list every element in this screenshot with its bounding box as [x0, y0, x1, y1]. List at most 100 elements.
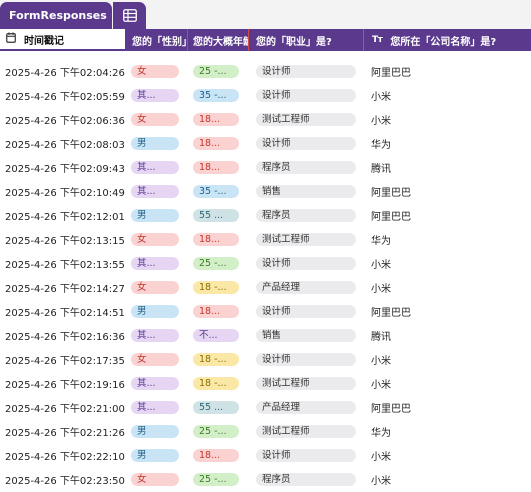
table-row[interactable]: 2025-4-26 下午02:21:00 其... 55 ... 产品经理 阿里巴巴 [0, 395, 531, 419]
cell-time[interactable]: 2025-4-26 下午02:08:03 [5, 131, 125, 155]
grid-view-icon[interactable] [113, 2, 146, 29]
cell-age[interactable]: 18 -... [193, 371, 243, 395]
table-row[interactable]: 2025-4-26 下午02:14:51 男 18... 设计师 阿里巴巴 [0, 299, 531, 323]
cell-age[interactable]: 18 -... [193, 275, 243, 299]
cell-age[interactable]: 35 -... [193, 179, 243, 203]
cell-age[interactable]: 18... [193, 227, 243, 251]
table-row[interactable]: 2025-4-26 下午02:09:43 其... 18... 程序员 腾讯 [0, 155, 531, 179]
cell-gender[interactable]: 其... [131, 179, 181, 203]
cell-company[interactable]: 华为 [371, 227, 521, 251]
cell-gender[interactable]: 其... [131, 323, 181, 347]
cell-gender[interactable]: 男 [131, 443, 181, 467]
cell-occupation[interactable]: 设计师 [256, 347, 358, 371]
table-row[interactable]: 2025-4-26 下午02:19:16 其... 18 -... 测试工程师 小米 [0, 371, 531, 395]
cell-age[interactable]: 18... [193, 155, 243, 179]
cell-company[interactable]: 小米 [371, 347, 521, 371]
cell-occupation[interactable]: 设计师 [256, 299, 358, 323]
cell-occupation[interactable]: 设计师 [256, 83, 358, 107]
cell-occupation[interactable]: 产品经理 [256, 275, 358, 299]
table-row[interactable]: 2025-4-26 下午02:22:10 男 18... 设计师 小米 [0, 443, 531, 467]
cell-company[interactable]: 华为 [371, 419, 521, 443]
cell-occupation[interactable]: 销售 [256, 179, 358, 203]
table-row[interactable]: 2025-4-26 下午02:04:26 女 25 -... 设计师 阿里巴巴 [0, 59, 531, 83]
table-row[interactable]: 2025-4-26 下午02:13:15 女 18... 测试工程师 华为 [0, 227, 531, 251]
cell-time[interactable]: 2025-4-26 下午02:23:50 [5, 467, 125, 491]
cell-company[interactable]: 阿里巴巴 [371, 179, 521, 203]
cell-company[interactable]: 华为 [371, 131, 521, 155]
cell-company[interactable]: 小米 [371, 83, 521, 107]
cell-occupation[interactable]: 设计师 [256, 59, 358, 83]
cell-company[interactable]: 小米 [371, 443, 521, 467]
cell-age[interactable]: 25 -... [193, 467, 243, 491]
cell-occupation[interactable]: 测试工程师 [256, 107, 358, 131]
cell-company[interactable]: 小米 [371, 275, 521, 299]
cell-company[interactable]: 小米 [371, 371, 521, 395]
table-row[interactable]: 2025-4-26 下午02:12:01 男 55 ... 程序员 阿里巴巴 [0, 203, 531, 227]
cell-gender[interactable]: 女 [131, 467, 181, 491]
cell-occupation[interactable]: 程序员 [256, 467, 358, 491]
cell-time[interactable]: 2025-4-26 下午02:17:35 [5, 347, 125, 371]
cell-time[interactable]: 2025-4-26 下午02:13:15 [5, 227, 125, 251]
cell-gender[interactable]: 男 [131, 419, 181, 443]
cell-time[interactable]: 2025-4-26 下午02:04:26 [5, 59, 125, 83]
table-row[interactable]: 2025-4-26 下午02:06:36 女 18... 测试工程师 小米 [0, 107, 531, 131]
table-row[interactable]: 2025-4-26 下午02:23:50 女 25 -... 程序员 小米 [0, 467, 531, 491]
cell-gender[interactable]: 男 [131, 203, 181, 227]
cell-occupation[interactable]: 设计师 [256, 251, 358, 275]
cell-age[interactable]: 18... [193, 107, 243, 131]
cell-company[interactable]: 小米 [371, 467, 521, 491]
cell-age[interactable]: 25 -... [193, 59, 243, 83]
cell-occupation[interactable]: 测试工程师 [256, 371, 358, 395]
cell-occupation[interactable]: 测试工程师 [256, 419, 358, 443]
cell-gender[interactable]: 女 [131, 227, 181, 251]
cell-time[interactable]: 2025-4-26 下午02:14:51 [5, 299, 125, 323]
table-row[interactable]: 2025-4-26 下午02:13:55 其... 25 -... 设计师 小米 [0, 251, 531, 275]
cell-gender[interactable]: 其... [131, 155, 181, 179]
cell-gender[interactable]: 女 [131, 107, 181, 131]
cell-company[interactable]: 小米 [371, 107, 521, 131]
cell-time[interactable]: 2025-4-26 下午02:09:43 [5, 155, 125, 179]
cell-occupation[interactable]: 产品经理 [256, 395, 358, 419]
column-header-company[interactable]: Tт 您所在「公司名称」是? [364, 29, 531, 51]
cell-gender[interactable]: 女 [131, 347, 181, 371]
table-row[interactable]: 2025-4-26 下午02:08:03 男 18... 设计师 华为 [0, 131, 531, 155]
cell-age[interactable]: 25 -... [193, 419, 243, 443]
cell-occupation[interactable]: 设计师 [256, 443, 358, 467]
cell-gender[interactable]: 女 [131, 59, 181, 83]
cell-time[interactable]: 2025-4-26 下午02:14:27 [5, 275, 125, 299]
cell-time[interactable]: 2025-4-26 下午02:16:36 [5, 323, 125, 347]
cell-company[interactable]: 阿里巴巴 [371, 203, 521, 227]
table-row[interactable]: 2025-4-26 下午02:05:59 其... 35 -... 设计师 小米 [0, 83, 531, 107]
cell-company[interactable]: 阿里巴巴 [371, 299, 521, 323]
cell-gender[interactable]: 男 [131, 299, 181, 323]
cell-time[interactable]: 2025-4-26 下午02:21:00 [5, 395, 125, 419]
cell-time[interactable]: 2025-4-26 下午02:05:59 [5, 83, 125, 107]
cell-time[interactable]: 2025-4-26 下午02:12:01 [5, 203, 125, 227]
cell-age[interactable]: 35 -... [193, 83, 243, 107]
cell-occupation[interactable]: 程序员 [256, 203, 358, 227]
sheet-tab-formresponses[interactable]: FormResponses [0, 2, 124, 29]
cell-time[interactable]: 2025-4-26 下午02:19:16 [5, 371, 125, 395]
cell-company[interactable]: 小米 [371, 251, 521, 275]
table-row[interactable]: 2025-4-26 下午02:10:49 其... 35 -... 销售 阿里巴巴 [0, 179, 531, 203]
cell-occupation[interactable]: 测试工程师 [256, 227, 358, 251]
cell-age[interactable]: 18... [193, 443, 243, 467]
cell-age[interactable]: 55 ... [193, 203, 243, 227]
cell-age[interactable]: 25 -... [193, 251, 243, 275]
cell-gender[interactable]: 其... [131, 395, 181, 419]
cell-gender[interactable]: 其... [131, 371, 181, 395]
cell-occupation[interactable]: 程序员 [256, 155, 358, 179]
cell-gender[interactable]: 男 [131, 131, 181, 155]
cell-age[interactable]: 18 -... [193, 347, 243, 371]
cell-time[interactable]: 2025-4-26 下午02:13:55 [5, 251, 125, 275]
cell-company[interactable]: 阿里巴巴 [371, 395, 521, 419]
cell-company[interactable]: 阿里巴巴 [371, 59, 521, 83]
table-row[interactable]: 2025-4-26 下午02:16:36 其... 不... 销售 腾讯 [0, 323, 531, 347]
cell-age[interactable]: 18... [193, 299, 243, 323]
table-row[interactable]: 2025-4-26 下午02:21:26 男 25 -... 测试工程师 华为 [0, 419, 531, 443]
cell-occupation[interactable]: 设计师 [256, 131, 358, 155]
cell-time[interactable]: 2025-4-26 下午02:10:49 [5, 179, 125, 203]
cell-occupation[interactable]: 销售 [256, 323, 358, 347]
cell-gender[interactable]: 其... [131, 83, 181, 107]
table-row[interactable]: 2025-4-26 下午02:17:35 女 18 -... 设计师 小米 [0, 347, 531, 371]
